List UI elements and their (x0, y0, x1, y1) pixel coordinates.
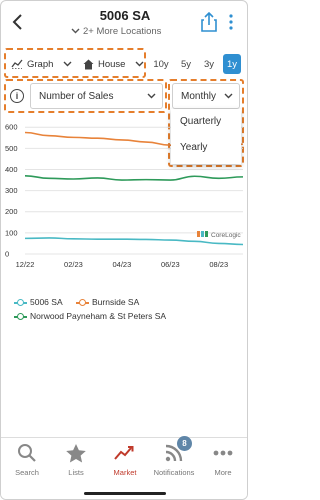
more-options-button[interactable] (223, 11, 239, 33)
nav-label-search: Search (15, 468, 39, 477)
watermark-mark (197, 231, 200, 237)
y-tick-label: 200 (5, 207, 18, 216)
legend-item-5006: 5006 SA (14, 297, 63, 307)
share-button[interactable] (200, 11, 218, 33)
nav-lists[interactable]: Lists (53, 442, 99, 482)
y-tick-label: 0 (5, 250, 9, 259)
home-indicator (84, 492, 166, 495)
property-type-label: House (98, 58, 126, 70)
x-tick-label: 12/22 (16, 260, 35, 269)
menu-item-yearly[interactable]: Yearly (180, 142, 207, 153)
y-tick-label: 400 (5, 165, 18, 174)
metric-dropdown[interactable]: Number of Sales (30, 83, 163, 109)
interval-label: Monthly (181, 90, 217, 102)
watermark-text: CoreLogic (211, 232, 241, 239)
property-type-dropdown[interactable]: House (83, 55, 144, 73)
more-dots-icon (212, 442, 234, 464)
more-locations-link[interactable]: 2+ More Locations (71, 26, 161, 37)
search-icon (16, 442, 38, 464)
chevron-down-icon (135, 61, 144, 67)
legend-item-burnside: Burnside SA (76, 297, 140, 307)
nav-label-lists: Lists (68, 468, 84, 477)
legend-label-burnside: Burnside SA (92, 297, 140, 307)
range-1y-button[interactable]: 1y (223, 54, 241, 74)
x-tick-label: 08/23 (209, 260, 228, 269)
watermark-mark (205, 231, 208, 237)
x-tick-label: 04/23 (112, 260, 131, 269)
corelogic-watermark: CoreLogic (197, 231, 241, 239)
legend-swatch-norwood (14, 312, 27, 321)
notification-badge: 8 (177, 436, 192, 451)
house-icon (83, 59, 94, 69)
chevron-down-icon (147, 93, 156, 99)
chevron-down-icon (224, 93, 233, 99)
menu-item-quarterly[interactable]: Quarterly (180, 116, 221, 127)
header: 5006 SA 2+ More Locations (1, 1, 247, 47)
nav-label-market: Market (113, 468, 137, 477)
interval-dropdown[interactable]: Monthly (172, 83, 240, 109)
star-icon (65, 442, 87, 464)
rss-feed-icon: 8 (163, 436, 192, 464)
graph-type-label: Graph (27, 58, 54, 70)
legend-label-norwood: Norwood Payneham & St Peters SA (30, 311, 167, 321)
y-tick-label: 500 (5, 144, 18, 153)
trend-line-icon (11, 59, 23, 69)
range-5y-button[interactable]: 5y (176, 54, 196, 74)
graph-type-dropdown[interactable]: Graph (11, 55, 72, 73)
interval-menu: Quarterly Yearly (171, 109, 241, 164)
share-icon (201, 12, 217, 32)
legend-item-norwood: Norwood Payneham & St Peters SA (14, 311, 167, 321)
legend-label-5006: 5006 SA (30, 297, 63, 307)
range-3y-button[interactable]: 3y (199, 54, 219, 74)
legend-swatch-5006 (14, 298, 27, 307)
metric-label: Number of Sales (39, 90, 114, 102)
watermark-mark (201, 231, 204, 237)
x-tick-label: 02/23 (64, 260, 83, 269)
y-tick-label: 600 (5, 123, 18, 132)
nav-more[interactable]: More (200, 442, 246, 482)
nav-label-notifications: Notifications (153, 468, 195, 477)
nav-notifications[interactable]: 8 Notifications (151, 436, 197, 482)
nav-search[interactable]: Search (4, 442, 50, 482)
x-tick-label: 06/23 (161, 260, 180, 269)
legend-swatch-burnside (76, 298, 89, 307)
y-tick-label: 100 (5, 228, 18, 237)
nav-label-more: More (214, 468, 232, 477)
bottom-nav: Search Lists Market 8 Notifications More (1, 436, 247, 499)
chevron-down-icon (71, 26, 80, 37)
series-line (24, 175, 244, 181)
nav-market[interactable]: Market (102, 442, 148, 482)
range-10y-button[interactable]: 10y (151, 54, 171, 74)
y-tick-label: 300 (5, 186, 18, 195)
info-icon[interactable]: i (10, 89, 24, 103)
kebab-menu-icon (229, 14, 233, 30)
chevron-down-icon (63, 61, 72, 67)
app-screen: 5006 SA 2+ More Locations Graph House 10… (0, 0, 248, 500)
trend-chart-icon (114, 442, 136, 464)
subtitle-label: 2+ More Locations (83, 26, 162, 37)
